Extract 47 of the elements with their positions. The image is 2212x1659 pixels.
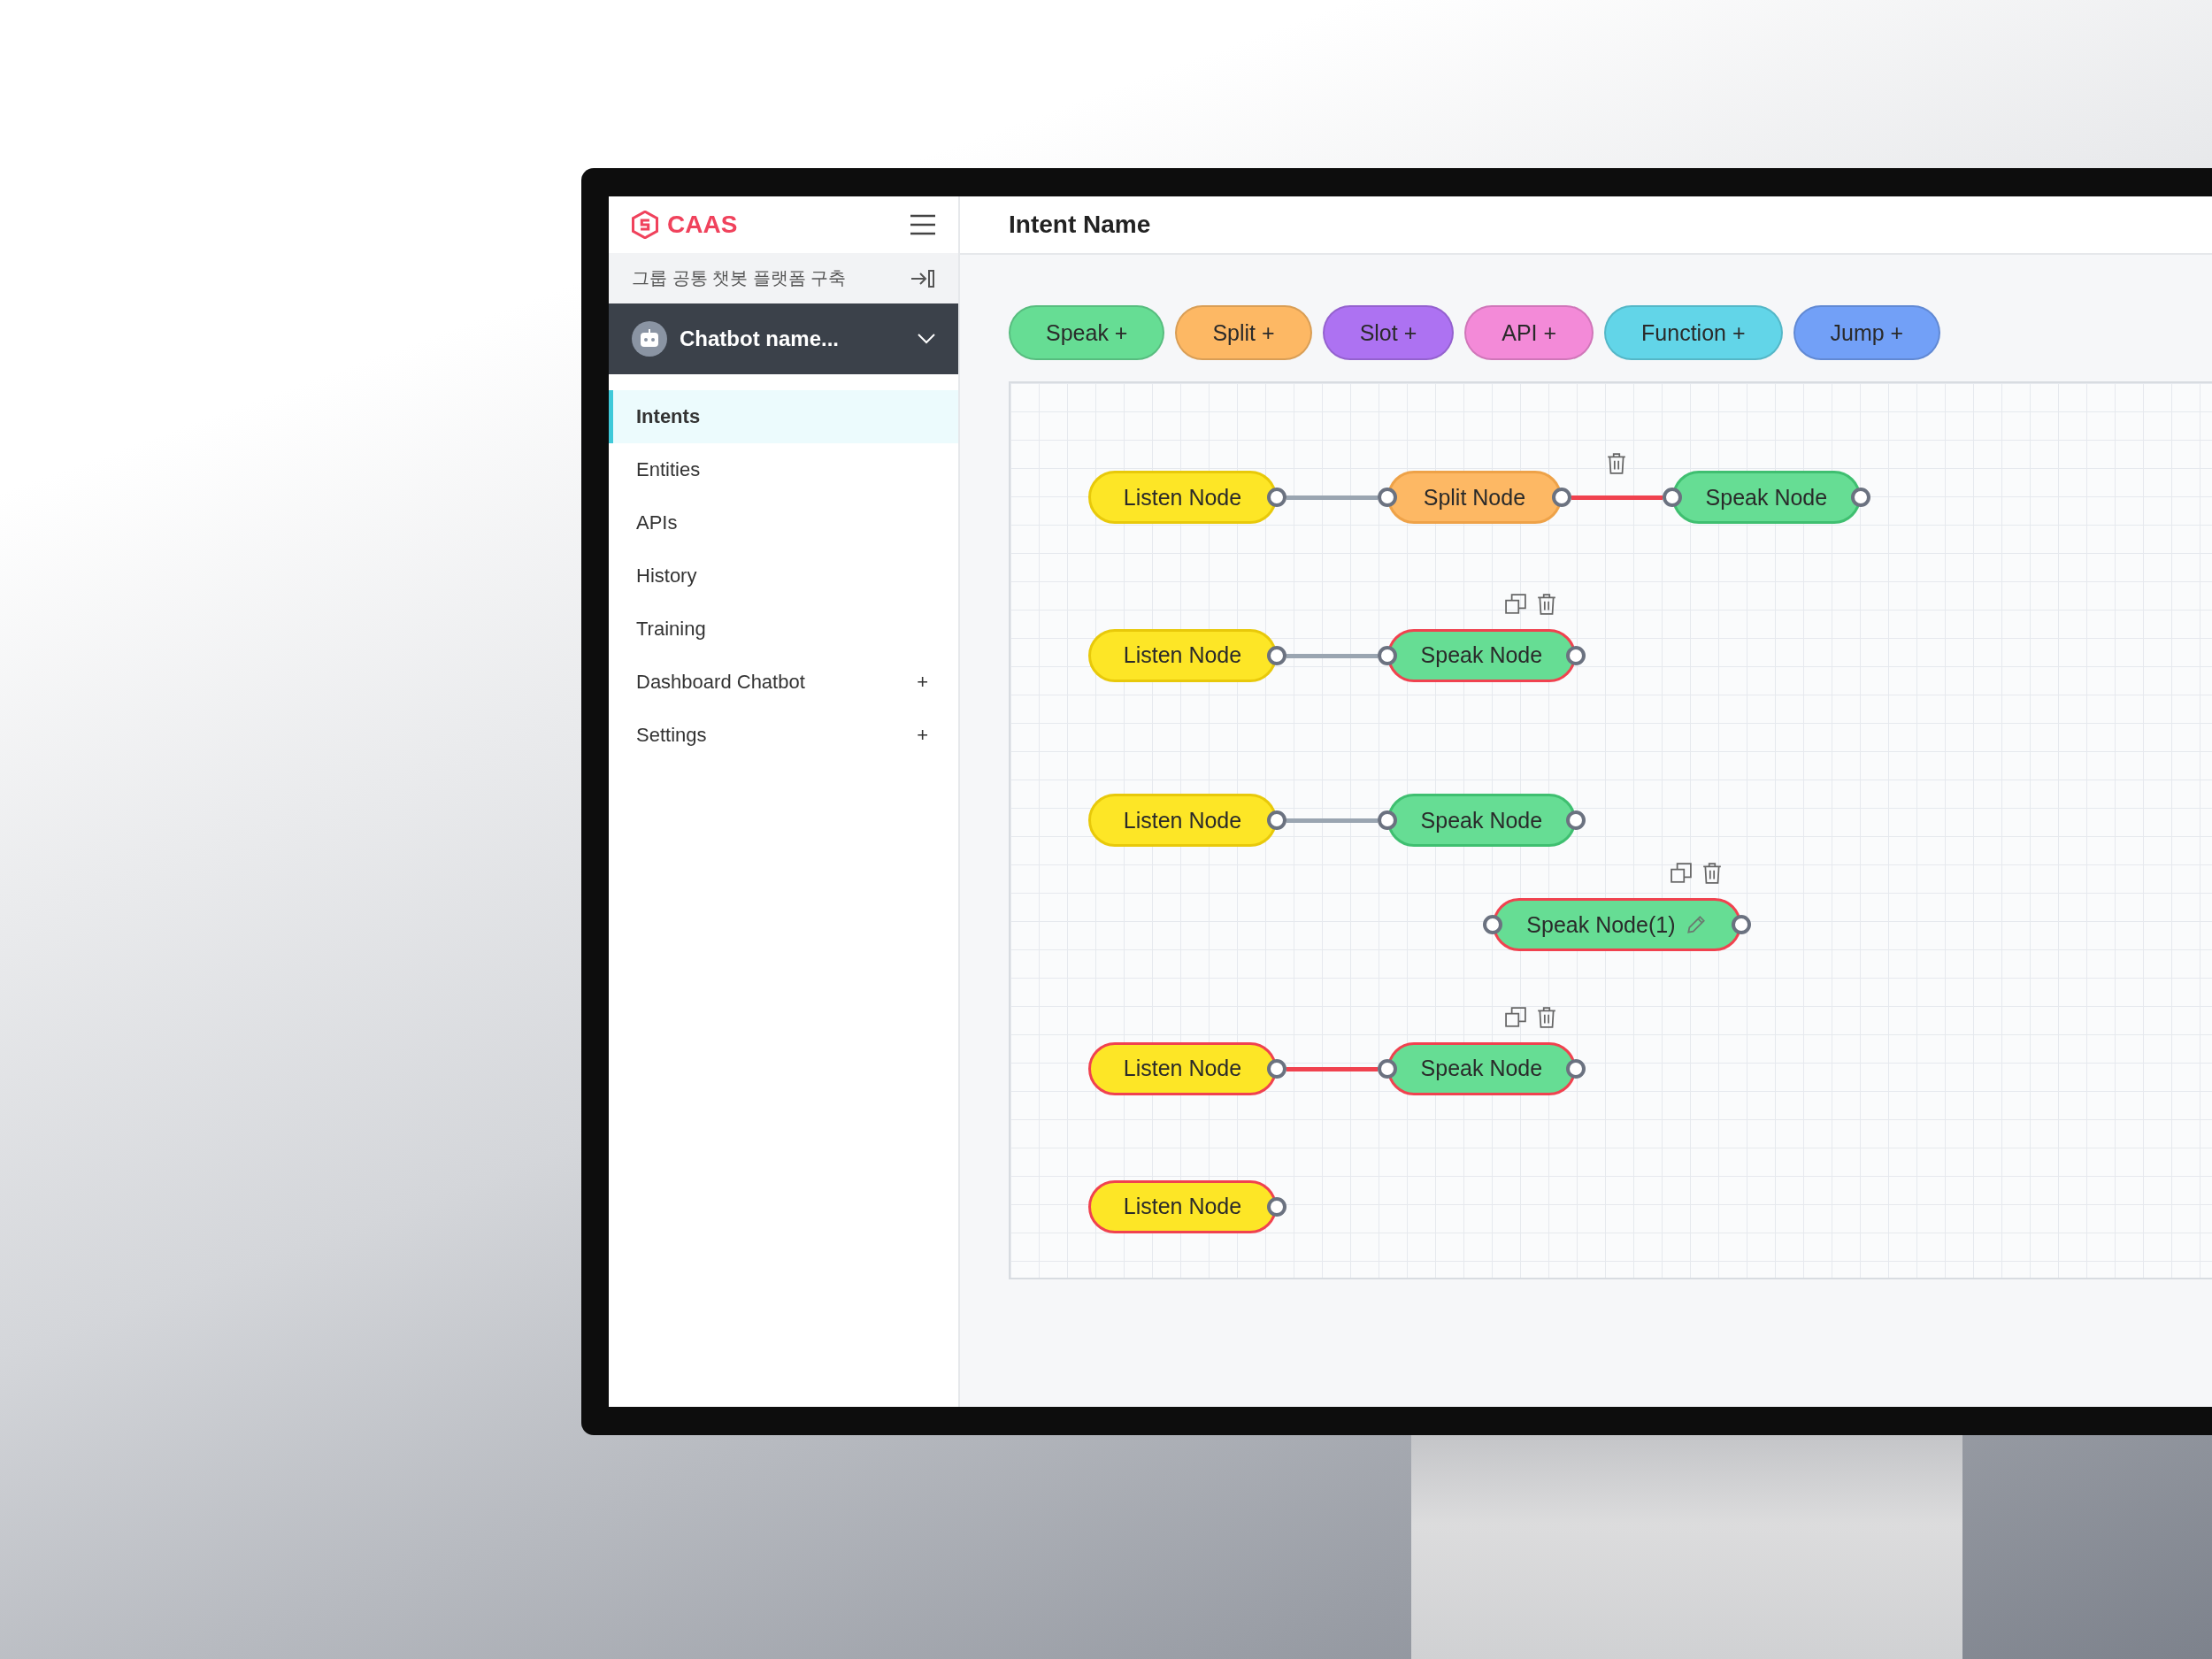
output-port[interactable] [1566, 645, 1586, 665]
add-node-button[interactable]: Jump + [1793, 305, 1941, 360]
menu-icon[interactable] [910, 214, 935, 235]
output-port[interactable] [1267, 488, 1287, 508]
output-port[interactable] [1566, 1058, 1586, 1079]
app-logo: CAAS [667, 211, 739, 239]
page-title: Intent Name [1009, 211, 1151, 239]
sidebar-item[interactable]: Training [609, 603, 958, 656]
output-port[interactable] [1267, 645, 1287, 665]
chatbot-selector[interactable]: Chatbot name... [609, 303, 958, 374]
delete-icon[interactable] [1701, 863, 1722, 885]
sidebar-item[interactable]: Intents [609, 390, 958, 443]
copy-icon[interactable] [1505, 1006, 1527, 1028]
output-port[interactable] [1552, 488, 1572, 508]
logo-icon [632, 211, 658, 239]
add-node-button[interactable]: Speak + [1009, 305, 1165, 360]
sidebar-item[interactable]: History [609, 549, 958, 603]
input-port[interactable] [1377, 645, 1397, 665]
copy-icon[interactable] [1670, 863, 1692, 885]
add-node-button[interactable]: Slot + [1322, 305, 1455, 360]
output-port[interactable] [1267, 1196, 1287, 1217]
robot-avatar-icon [632, 321, 667, 357]
input-port[interactable] [1377, 488, 1397, 508]
delete-icon[interactable] [1537, 1006, 1557, 1028]
copy-icon[interactable] [1505, 593, 1527, 615]
delete-icon[interactable] [1607, 453, 1627, 475]
add-node-button[interactable]: Split + [1175, 305, 1312, 360]
chevron-icon [918, 334, 935, 344]
output-port[interactable] [1267, 810, 1287, 831]
sidebar-item[interactable]: Dashboard Chatbot + [609, 656, 958, 709]
input-port[interactable] [1377, 1058, 1397, 1079]
sidebar-item[interactable]: Settings + [609, 709, 958, 762]
input-port[interactable] [1483, 915, 1503, 935]
sidebar-item[interactable]: Entities [609, 443, 958, 496]
input-port[interactable] [1662, 488, 1682, 508]
output-port[interactable] [1566, 810, 1586, 831]
logout-icon[interactable] [910, 267, 935, 289]
sidebar-item[interactable]: APIs [609, 496, 958, 549]
delete-icon[interactable] [1537, 593, 1557, 615]
input-port[interactable] [1377, 810, 1397, 831]
pencil-icon[interactable] [1686, 914, 1708, 936]
add-node-button[interactable]: Function + [1604, 305, 1783, 360]
flow-node[interactable]: Speak Node(1) [1493, 898, 1741, 952]
output-port[interactable] [1267, 1058, 1287, 1079]
add-node-button[interactable]: API + [1464, 305, 1594, 360]
project-name: 그룹 공통 챗봇 플랫폼 구축 [632, 267, 847, 289]
output-port[interactable] [1851, 488, 1871, 508]
